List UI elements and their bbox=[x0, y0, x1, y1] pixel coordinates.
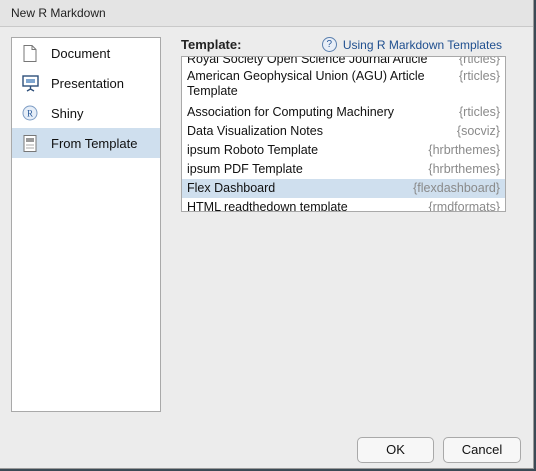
list-item[interactable]: HTML readthedown template {rmdformats} bbox=[182, 198, 505, 211]
svg-text:R: R bbox=[27, 109, 33, 119]
sidebar-item-shiny[interactable]: R Shiny bbox=[12, 98, 160, 128]
ok-button[interactable]: OK bbox=[357, 437, 434, 463]
sidebar-item-label: Presentation bbox=[51, 75, 124, 91]
cancel-button[interactable]: Cancel bbox=[443, 437, 521, 463]
list-item[interactable]: Royal Society Open Science Journal Artic… bbox=[182, 57, 505, 67]
template-icon bbox=[21, 134, 39, 152]
help-link-text: Using R Markdown Templates bbox=[342, 37, 502, 52]
sidebar-item-document[interactable]: Document bbox=[12, 38, 160, 68]
sidebar-item-from-template[interactable]: From Template bbox=[12, 128, 160, 158]
presentation-icon bbox=[21, 74, 39, 92]
title-bar: New R Markdown bbox=[0, 0, 533, 27]
question-circle-icon: ? bbox=[321, 37, 337, 52]
shiny-r-icon: R bbox=[21, 104, 39, 122]
sidebar-item-label: From Template bbox=[51, 135, 138, 151]
dialog-title: New R Markdown bbox=[11, 6, 106, 20]
list-item[interactable]: Data Visualization Notes {socviz} bbox=[182, 122, 505, 141]
new-rmarkdown-dialog: New R Markdown Document Presentation R S… bbox=[0, 0, 534, 469]
templates-help-link[interactable]: ? Using R Markdown Templates bbox=[321, 37, 502, 52]
list-item[interactable]: ipsum Roboto Template {hrbrthemes} bbox=[182, 141, 505, 160]
sidebar-item-presentation[interactable]: Presentation bbox=[12, 68, 160, 98]
sidebar-item-label: Shiny bbox=[51, 105, 84, 121]
list-item[interactable]: American Geophysical Union (AGU) Article… bbox=[182, 69, 505, 101]
document-icon bbox=[21, 44, 39, 62]
list-item[interactable]: Association for Computing Machinery {rti… bbox=[182, 103, 505, 122]
list-item[interactable]: ipsum PDF Template {hrbrthemes} bbox=[182, 160, 505, 179]
list-item-selected[interactable]: Flex Dashboard {flexdashboard} bbox=[182, 179, 505, 198]
template-list[interactable]: Royal Society Open Science Journal Artic… bbox=[181, 56, 506, 212]
sidebar-item-label: Document bbox=[51, 45, 111, 61]
template-label: Template: bbox=[181, 37, 242, 52]
format-sidebar: Document Presentation R Shiny From Templ… bbox=[11, 37, 161, 412]
